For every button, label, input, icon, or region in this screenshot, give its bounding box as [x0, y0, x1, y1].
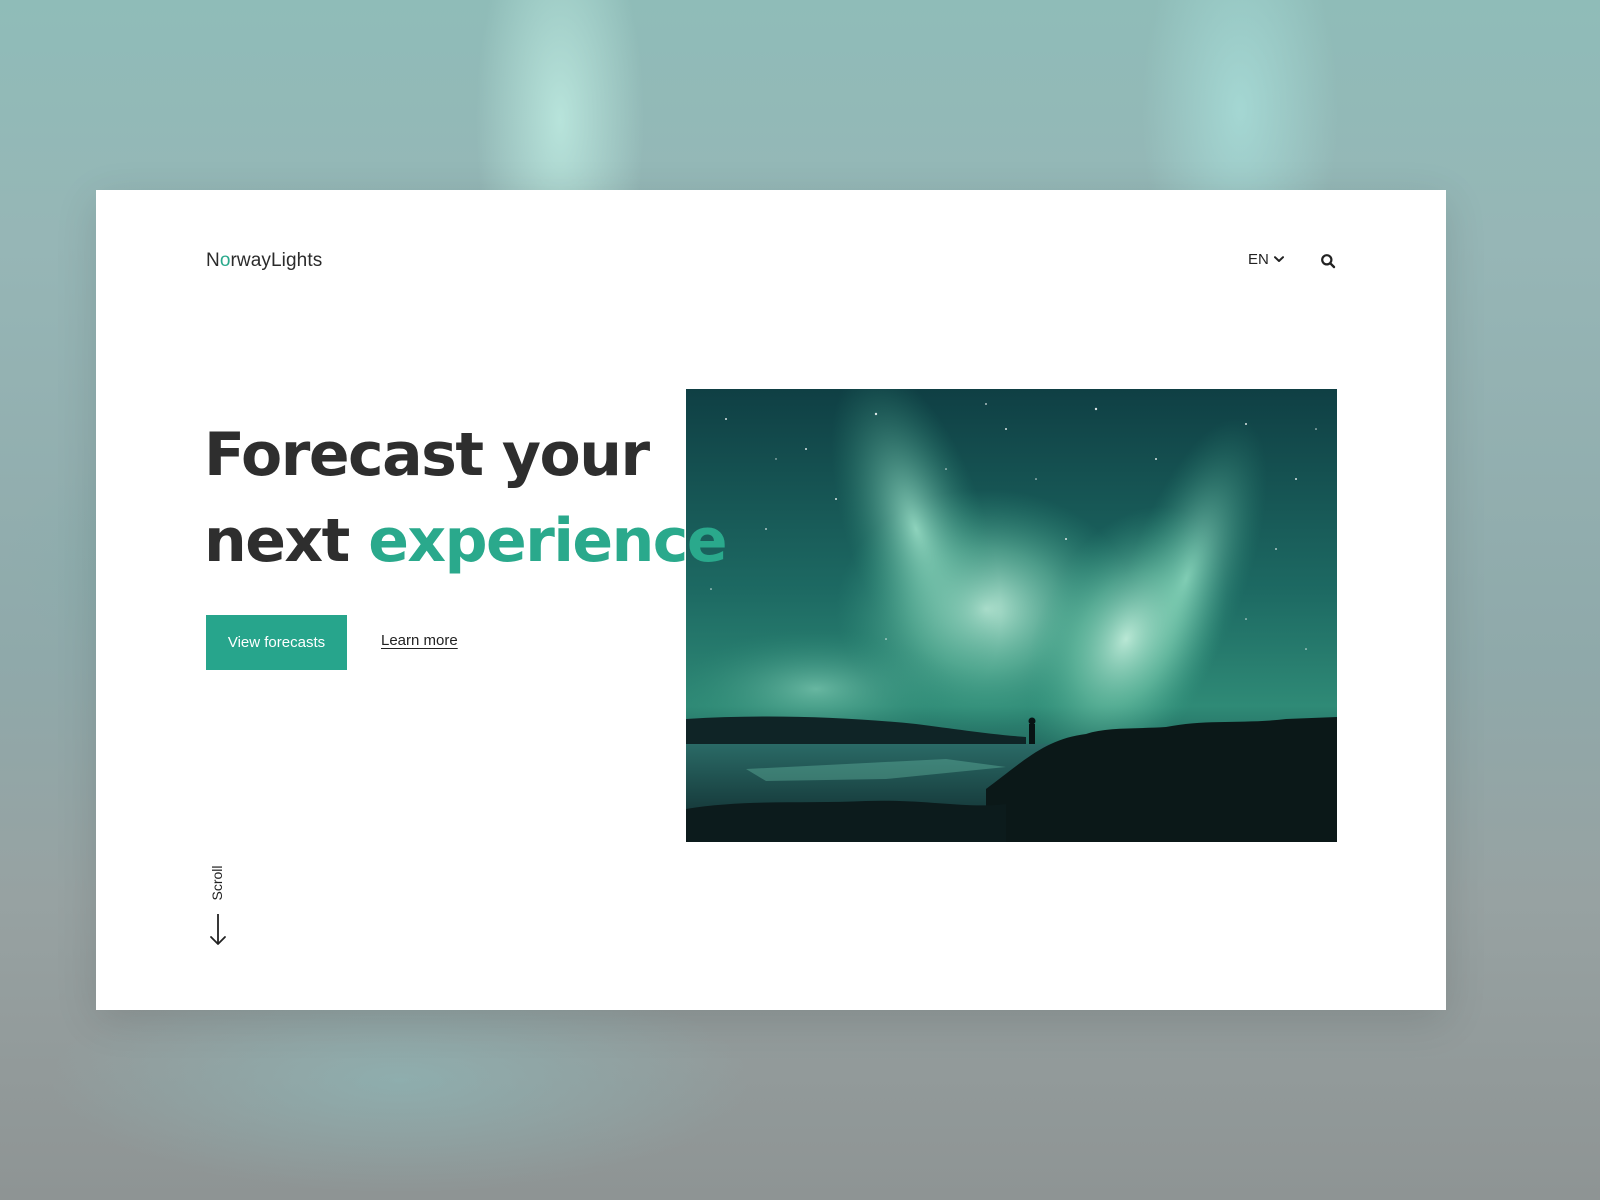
logo-prefix: N [206, 250, 220, 271]
view-forecasts-button[interactable]: View forecasts [206, 615, 347, 670]
logo-suffix: rwayLights [230, 250, 323, 271]
hero-headline: Forecast your next experience [204, 412, 804, 584]
landing-card: NorwayLights EN Forecast your next experi… [96, 190, 1446, 1010]
scroll-text: Scroll [209, 865, 225, 901]
logo[interactable]: NorwayLights [206, 250, 322, 272]
language-label: EN [1248, 251, 1269, 268]
chevron-down-icon [1273, 256, 1284, 262]
headline-word-next: next [204, 506, 350, 576]
arrow-down-icon[interactable] [208, 912, 228, 948]
headline-accent-word: experience [368, 506, 727, 576]
logo-accent-letter: o [219, 250, 231, 271]
headline-line-1: Forecast your [204, 420, 650, 490]
learn-more-link[interactable]: Learn more [381, 632, 458, 649]
language-selector[interactable]: EN [1248, 251, 1284, 268]
search-icon[interactable] [1320, 253, 1336, 269]
scroll-label: Scroll [209, 858, 225, 908]
